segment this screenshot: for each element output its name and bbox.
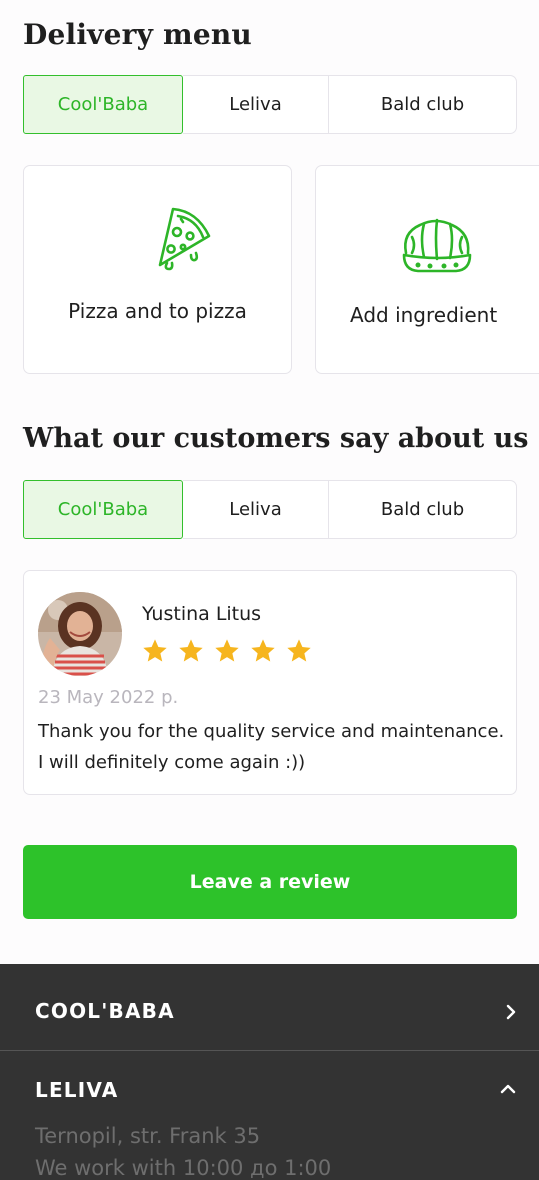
reviewer-name: Yustina Litus <box>142 603 262 625</box>
pie-dough-icon <box>402 218 472 273</box>
leliva-hours: We work with 10:00 до 1:00 <box>35 1156 332 1180</box>
footer-section-title: COOL'BABA <box>35 999 175 1023</box>
reviews-title: What our customers say about us <box>23 423 529 454</box>
review-card: Yustina Litus 23 May 2022 p. Thank you f… <box>23 570 517 795</box>
review-tab-leliva[interactable]: Leliva <box>183 480 329 539</box>
star-icon <box>287 639 311 662</box>
pizza-slice-icon <box>158 207 211 271</box>
footer-section-title: LELIVA <box>35 1078 119 1102</box>
leave-review-button[interactable]: Leave a review <box>23 845 517 919</box>
star-icon <box>251 639 275 662</box>
chevron-up-icon <box>500 1084 516 1094</box>
rating-stars <box>141 637 313 667</box>
leliva-address: Ternopil, str. Frank 35 <box>35 1124 261 1148</box>
delivery-tab-coolbaba[interactable]: Cool'Baba <box>23 75 183 134</box>
footer: COOL'BABA LELIVA Ternopil, str. Frank 35… <box>0 964 539 1180</box>
delivery-tab-bald-club[interactable]: Bald club <box>329 75 517 134</box>
category-label: Add ingredient <box>350 303 498 327</box>
chevron-right-icon <box>506 1004 516 1020</box>
category-card-pizza[interactable]: Pizza and to pizza <box>23 165 292 374</box>
review-text: Thank you for the quality service and ma… <box>38 721 505 773</box>
footer-section-coolbaba[interactable]: COOL'BABA <box>0 964 539 1051</box>
review-tab-bald-club[interactable]: Bald club <box>329 480 517 539</box>
star-icon <box>179 639 203 662</box>
delivery-menu-title: Delivery menu <box>23 18 252 51</box>
delivery-tab-leliva[interactable]: Leliva <box>183 75 329 134</box>
category-label: Pizza and to pizza <box>68 299 247 323</box>
delivery-restaurant-tabs: Cool'Baba Leliva Bald club <box>23 75 517 134</box>
category-card-add-ingredient[interactable]: Add ingredient <box>315 165 539 374</box>
review-tab-coolbaba[interactable]: Cool'Baba <box>23 480 183 539</box>
star-icon <box>215 639 239 662</box>
review-date: 23 May 2022 p. <box>38 687 179 708</box>
page: Delivery menu Cool'Baba Leliva Bald club… <box>0 0 539 1180</box>
review-restaurant-tabs: Cool'Baba Leliva Bald club <box>23 480 517 539</box>
star-icon <box>143 639 167 662</box>
reviewer-avatar <box>38 592 122 676</box>
